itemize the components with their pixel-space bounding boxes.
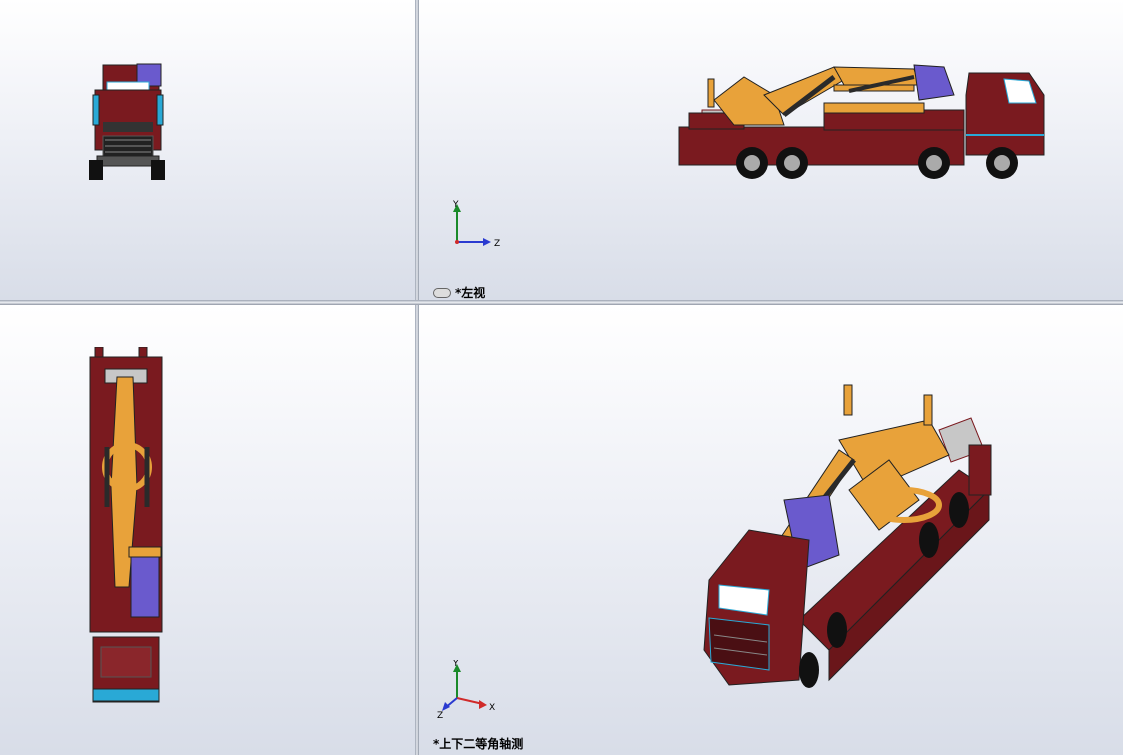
horizontal-splitter[interactable] [0, 300, 1123, 305]
left-viewport[interactable]: Y Z *左视 [419, 0, 1123, 300]
truck-top-model [89, 347, 163, 703]
axis-y-label: Y [452, 200, 459, 210]
truck-front-model [89, 63, 165, 180]
top-viewport[interactable] [0, 305, 415, 755]
axis-triad-icon: Y Z [452, 200, 500, 249]
axis-z-label: Z [494, 239, 500, 249]
camera-icon [433, 287, 451, 298]
vertical-splitter[interactable] [415, 0, 419, 755]
truck-side-model [678, 64, 1045, 179]
axis-z-label: Z [437, 711, 443, 720]
iso-view-label: *上下二等角轴测 [433, 737, 524, 751]
iso-viewport[interactable]: Y X Z *上下二等角轴测 [419, 305, 1123, 755]
axis-y-label: Y [452, 660, 459, 669]
truck-iso-model [703, 384, 992, 688]
axis-x-label: X [489, 703, 495, 713]
front-viewport[interactable] [0, 0, 415, 300]
axis-triad-icon: Y X Z [437, 660, 495, 720]
left-view-label: *左视 [433, 284, 485, 300]
